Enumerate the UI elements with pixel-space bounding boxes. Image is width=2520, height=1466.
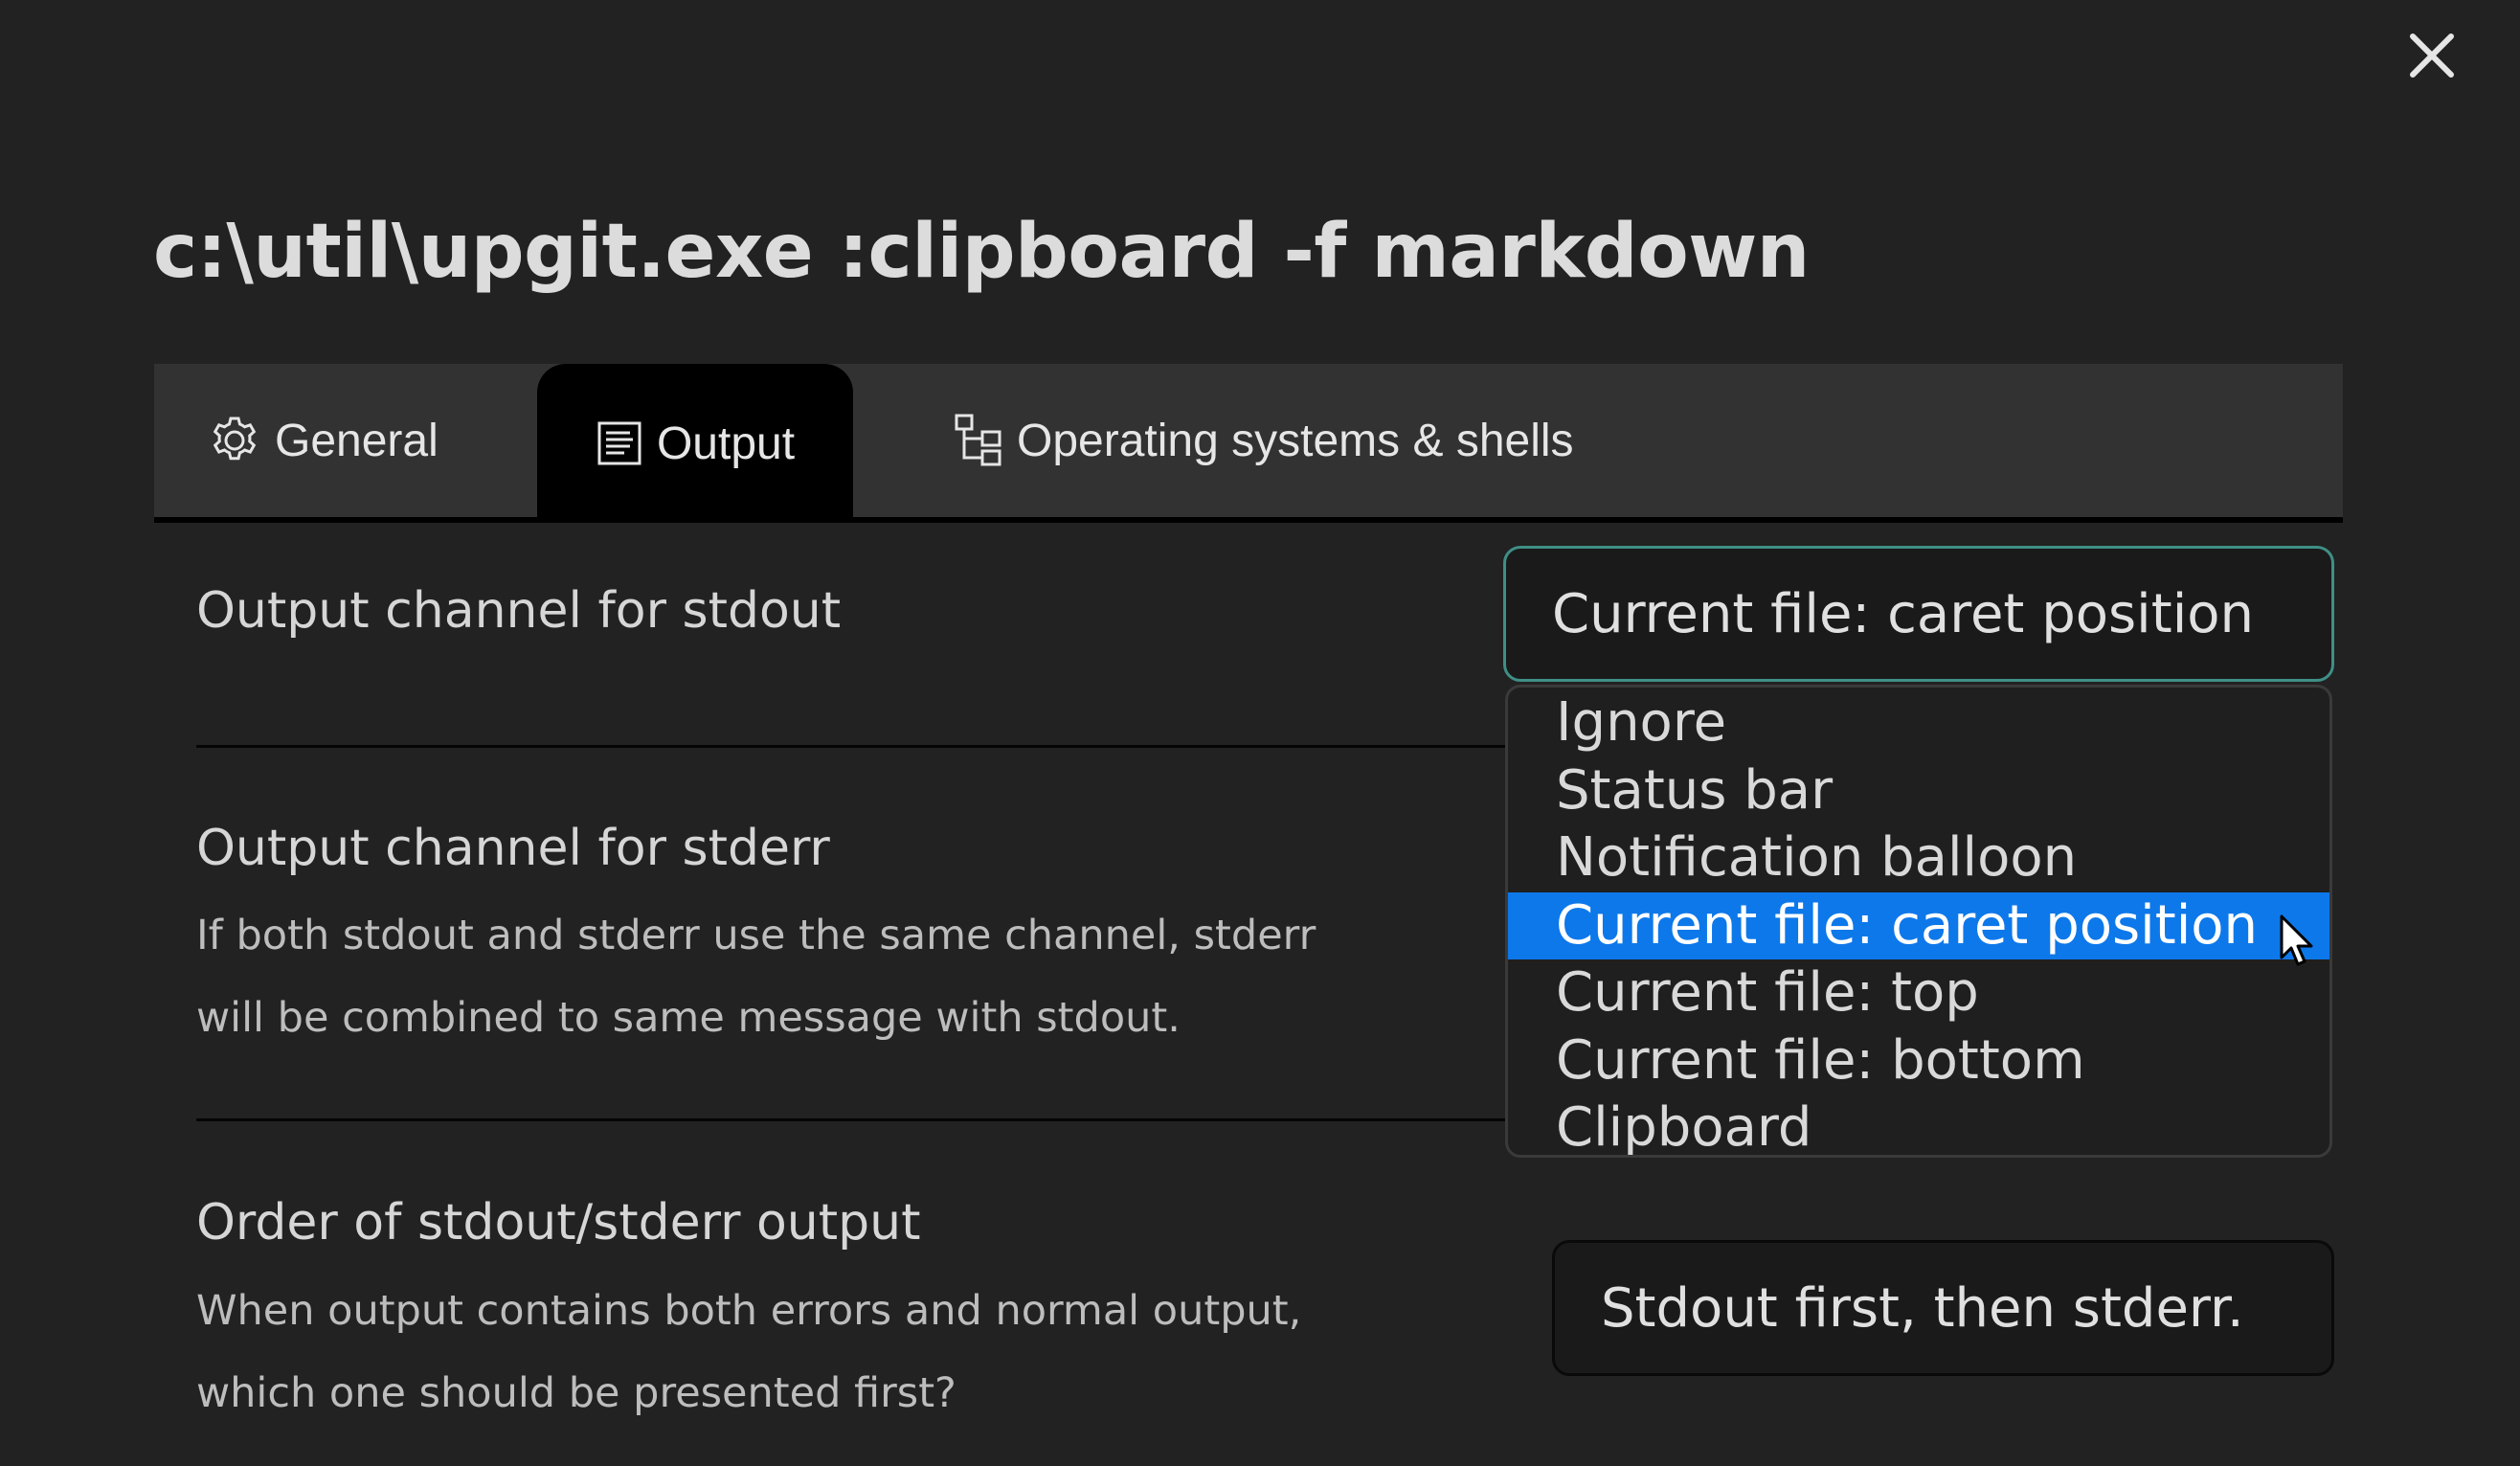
order-value: Stdout first, then stderr. [1601, 1276, 2244, 1340]
dropdown-option-notification-balloon[interactable]: Notification balloon [1508, 824, 2329, 892]
tab-operating-systems[interactable]: Operating systems & shells [954, 364, 1574, 517]
tab-output[interactable]: Output [537, 364, 853, 523]
stdout-label: Output channel for stdout [196, 582, 842, 640]
dropdown-option-status-bar[interactable]: Status bar [1508, 757, 2329, 825]
tab-general-label: General [275, 415, 439, 466]
order-label: Order of stdout/stderr output [196, 1194, 921, 1252]
stderr-label: Output channel for stderr [196, 820, 830, 877]
stderr-description-line1: If both stdout and stderr use the same c… [196, 912, 1316, 959]
dropdown-option-file-bottom[interactable]: Current file: bottom [1508, 1027, 2329, 1095]
dropdown-option-ignore[interactable]: Ignore [1508, 689, 2329, 757]
divider [196, 745, 1508, 748]
tree-icon [954, 413, 1003, 468]
close-icon [2410, 34, 2454, 78]
settings-dialog: c:\util\upgit.exe :clipboard -f markdown… [0, 0, 2520, 1466]
stdout-channel-dropdown: Ignore Status bar Notification balloon C… [1505, 685, 2332, 1158]
tab-operating-systems-label: Operating systems & shells [1017, 415, 1574, 466]
stdout-channel-select[interactable]: Current file: caret position [1503, 546, 2334, 682]
dropdown-option-file-top[interactable]: Current file: top [1508, 959, 2329, 1027]
tab-bar: General Output Operating systems & shell… [154, 364, 2343, 523]
dropdown-option-caret-position[interactable]: Current file: caret position [1508, 891, 2329, 959]
divider [196, 1118, 1508, 1121]
order-select[interactable]: Stdout first, then stderr. [1552, 1240, 2334, 1376]
order-description-line1: When output contains both errors and nor… [196, 1287, 1302, 1335]
stderr-description-line2: will be combined to same message with st… [196, 994, 1181, 1042]
dialog-title: c:\util\upgit.exe :clipboard -f markdown [153, 209, 1810, 295]
stdout-channel-value: Current file: caret position [1552, 582, 2255, 645]
dropdown-option-clipboard[interactable]: Clipboard [1508, 1094, 2329, 1155]
tab-output-label: Output [656, 417, 796, 469]
tab-general[interactable]: General [208, 364, 439, 517]
order-description-line2: which one should be presented first? [196, 1369, 956, 1417]
gear-icon [208, 414, 261, 467]
close-button[interactable] [2405, 29, 2459, 82]
document-lines-icon [596, 419, 643, 467]
